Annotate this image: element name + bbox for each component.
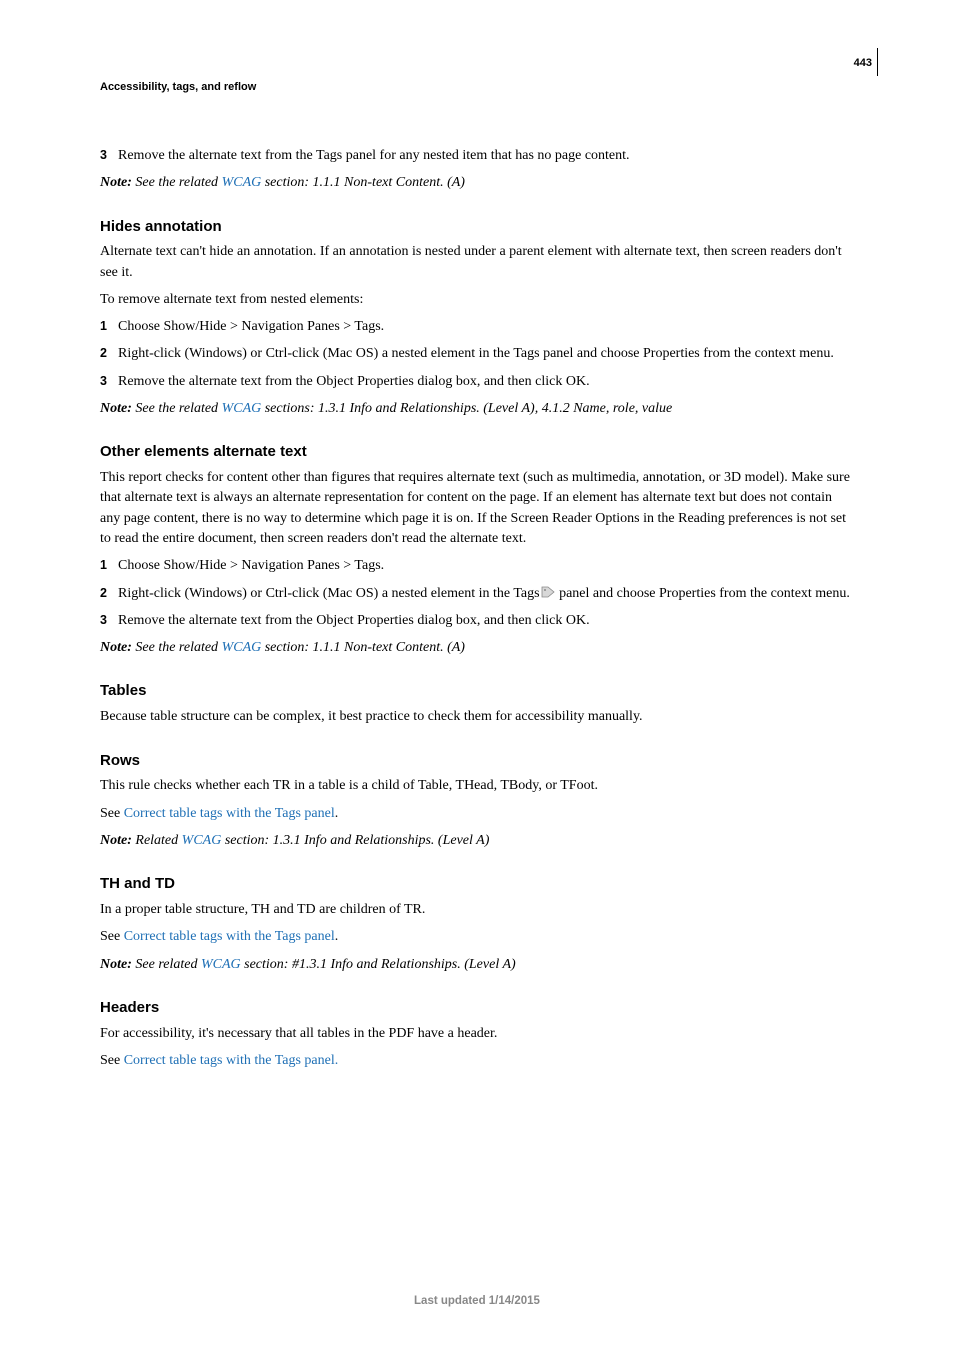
list-item: 3 Remove the alternate text from the Obj… — [100, 611, 854, 631]
note: Note: See the related WCAG section: 1.1.… — [100, 638, 854, 658]
see-after: . — [335, 806, 339, 821]
list-item: 3 Remove the alternate text from the Tag… — [100, 146, 854, 166]
note-label: Note: — [100, 957, 132, 972]
heading-hides-annotation: Hides annotation — [100, 216, 854, 238]
note-after: section: #1.3.1 Info and Relationships. … — [241, 957, 516, 972]
list-num: 1 — [100, 556, 118, 576]
note: Note: See the related WCAG sections: 1.3… — [100, 399, 854, 419]
page-num-rule — [877, 48, 878, 76]
page-header-label: Accessibility, tags, and reflow — [100, 80, 854, 96]
note-before: Related — [132, 833, 182, 848]
note-label: Note: — [100, 833, 132, 848]
see-link: See Correct table tags with the Tags pan… — [100, 804, 854, 824]
see-before: See — [100, 1053, 124, 1068]
wcag-link[interactable]: WCAG — [182, 833, 222, 848]
note-before: See the related — [132, 175, 222, 190]
tag-icon — [541, 585, 555, 597]
wcag-link[interactable]: WCAG — [201, 957, 241, 972]
footer-last-updated: Last updated 1/14/2015 — [0, 1293, 954, 1310]
heading-th-td: TH and TD — [100, 873, 854, 895]
wcag-link[interactable]: WCAG — [222, 401, 262, 416]
paragraph: Because table structure can be complex, … — [100, 707, 854, 727]
list-text: Right-click (Windows) or Ctrl-click (Mac… — [118, 584, 854, 604]
list-text: Remove the alternate text from the Tags … — [118, 146, 854, 166]
list-item: 2 Right-click (Windows) or Ctrl-click (M… — [100, 584, 854, 604]
list-text: Choose Show/Hide > Navigation Panes > Ta… — [118, 317, 854, 337]
note-after: section: 1.1.1 Non-text Content. (A) — [261, 640, 465, 655]
list-item: 3 Remove the alternate text from the Obj… — [100, 372, 854, 392]
list-num: 2 — [100, 344, 118, 364]
see-before: See — [100, 806, 124, 821]
see-after: . — [335, 929, 339, 944]
wcag-link[interactable]: WCAG — [222, 175, 262, 190]
list-text-after: panel and choose Properties from the con… — [556, 586, 850, 601]
heading-rows: Rows — [100, 750, 854, 772]
paragraph: This rule checks whether each TR in a ta… — [100, 776, 854, 796]
list-num: 1 — [100, 317, 118, 337]
list-num: 3 — [100, 372, 118, 392]
note-before: See the related — [132, 640, 222, 655]
note-after: section: 1.1.1 Non-text Content. (A) — [261, 175, 465, 190]
correct-table-tags-link[interactable]: Correct table tags with the Tags panel. — [124, 1053, 339, 1068]
heading-tables: Tables — [100, 680, 854, 702]
note-before: See related — [132, 957, 201, 972]
paragraph: To remove alternate text from nested ele… — [100, 290, 854, 310]
correct-table-tags-link[interactable]: Correct table tags with the Tags panel — [124, 806, 335, 821]
see-link: See Correct table tags with the Tags pan… — [100, 1051, 854, 1071]
paragraph: Alternate text can't hide an annotation.… — [100, 242, 854, 283]
list-text: Choose Show/Hide > Navigation Panes > Ta… — [118, 556, 854, 576]
paragraph: This report checks for content other tha… — [100, 468, 854, 549]
heading-other-elements: Other elements alternate text — [100, 441, 854, 463]
note-after: sections: 1.3.1 Info and Relationships. … — [261, 401, 672, 416]
wcag-link[interactable]: WCAG — [222, 640, 262, 655]
note-before: See the related — [132, 401, 222, 416]
paragraph: In a proper table structure, TH and TD a… — [100, 900, 854, 920]
correct-table-tags-link[interactable]: Correct table tags with the Tags panel — [124, 929, 335, 944]
list-text: Remove the alternate text from the Objec… — [118, 611, 854, 631]
list-num: 3 — [100, 611, 118, 631]
note: Note: See the related WCAG section: 1.1.… — [100, 173, 854, 193]
list-num: 3 — [100, 146, 118, 166]
list-text: Right-click (Windows) or Ctrl-click (Mac… — [118, 344, 854, 364]
note-label: Note: — [100, 401, 132, 416]
note: Note: See related WCAG section: #1.3.1 I… — [100, 955, 854, 975]
list-item: 1 Choose Show/Hide > Navigation Panes > … — [100, 317, 854, 337]
list-item: 2 Right-click (Windows) or Ctrl-click (M… — [100, 344, 854, 364]
page-number: 443 — [854, 56, 872, 72]
list-text: Remove the alternate text from the Objec… — [118, 372, 854, 392]
note-after: section: 1.3.1 Info and Relationships. (… — [221, 833, 489, 848]
list-num: 2 — [100, 584, 118, 604]
see-link: See Correct table tags with the Tags pan… — [100, 927, 854, 947]
list-text-before: Right-click (Windows) or Ctrl-click (Mac… — [118, 586, 540, 601]
list-item: 1 Choose Show/Hide > Navigation Panes > … — [100, 556, 854, 576]
note: Note: Related WCAG section: 1.3.1 Info a… — [100, 831, 854, 851]
note-label: Note: — [100, 175, 132, 190]
see-before: See — [100, 929, 124, 944]
heading-headers: Headers — [100, 997, 854, 1019]
note-label: Note: — [100, 640, 132, 655]
paragraph: For accessibility, it's necessary that a… — [100, 1024, 854, 1044]
